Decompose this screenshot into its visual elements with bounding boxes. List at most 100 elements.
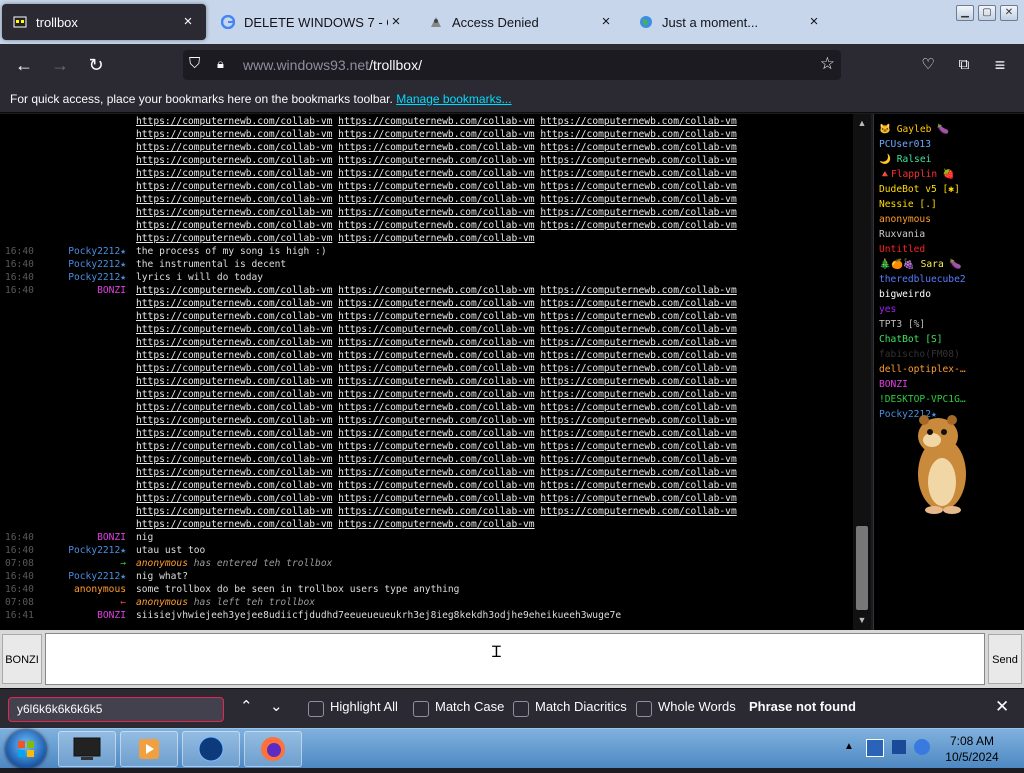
message-link[interactable]: https://computernewb.com/collab-vm — [540, 129, 736, 140]
highlight-all-label[interactable]: Highlight All — [330, 699, 398, 714]
message-link[interactable]: https://computernewb.com/collab-vm — [540, 194, 736, 205]
message-link[interactable]: https://computernewb.com/collab-vm — [540, 324, 736, 335]
message-link[interactable]: https://computernewb.com/collab-vm — [338, 129, 534, 140]
message-link[interactable]: https://computernewb.com/collab-vm — [136, 194, 332, 205]
message-link[interactable]: https://computernewb.com/collab-vm — [540, 467, 736, 478]
message-nick[interactable]: Pocky2212★ — [68, 544, 126, 557]
message-link[interactable]: https://computernewb.com/collab-vm — [338, 467, 534, 478]
highlight-all-checkbox[interactable] — [308, 701, 324, 717]
user-list-item[interactable]: 🎄🍊🍇 Sara 🍆 — [879, 257, 1019, 272]
match-diacritics-label[interactable]: Match Diacritics — [535, 699, 627, 714]
message-link[interactable]: https://computernewb.com/collab-vm — [338, 506, 534, 517]
message-nick[interactable]: ← — [120, 596, 126, 609]
taskbar-app-terminal[interactable] — [58, 731, 116, 767]
message-nick[interactable]: anonymous — [74, 583, 126, 596]
send-button[interactable]: Send — [988, 634, 1022, 684]
close-tab-icon[interactable]: × — [806, 14, 822, 30]
user-list-item[interactable]: anonymous — [879, 212, 1019, 227]
message-link[interactable]: https://computernewb.com/collab-vm — [540, 454, 736, 465]
taskbar-app-firefox[interactable] — [244, 731, 302, 767]
message-nick[interactable]: → — [120, 557, 126, 570]
scrollbar-thumb[interactable] — [856, 526, 868, 610]
message-link[interactable]: https://computernewb.com/collab-vm — [136, 181, 332, 192]
message-link[interactable]: https://computernewb.com/collab-vm — [136, 129, 332, 140]
message-nick[interactable]: BONZI — [97, 284, 126, 297]
message-link[interactable]: https://computernewb.com/collab-vm — [540, 363, 736, 374]
message-link[interactable]: https://computernewb.com/collab-vm — [136, 415, 332, 426]
message-link[interactable]: https://computernewb.com/collab-vm — [338, 441, 534, 452]
message-link[interactable]: https://computernewb.com/collab-vm — [338, 181, 534, 192]
message-nick[interactable]: BONZI — [97, 531, 126, 544]
user-list-item[interactable]: !DESKTOP-VPC1G… — [879, 392, 1019, 407]
message-link[interactable]: https://computernewb.com/collab-vm — [540, 337, 736, 348]
message-nick[interactable]: BONZI — [97, 609, 126, 622]
user-list-item[interactable]: bigweirdo — [879, 287, 1019, 302]
user-list-item[interactable]: PCUser013 — [879, 137, 1019, 152]
message-link[interactable]: https://computernewb.com/collab-vm — [136, 116, 332, 127]
close-window-button[interactable]: ✕ — [1000, 5, 1018, 21]
find-next-icon[interactable]: ⌄ — [270, 697, 283, 715]
message-link[interactable]: https://computernewb.com/collab-vm — [136, 337, 332, 348]
message-link[interactable]: https://computernewb.com/collab-vm — [136, 155, 332, 166]
message-link[interactable]: https://computernewb.com/collab-vm — [136, 519, 332, 530]
message-link[interactable]: https://computernewb.com/collab-vm — [338, 454, 534, 465]
pocket-icon[interactable]: ♡ — [916, 53, 940, 77]
message-link[interactable]: https://computernewb.com/collab-vm — [136, 324, 332, 335]
taskbar-app-media-player[interactable] — [120, 731, 178, 767]
message-input[interactable]: Ɪ — [45, 633, 985, 685]
message-link[interactable]: https://computernewb.com/collab-vm — [540, 389, 736, 400]
message-link[interactable]: https://computernewb.com/collab-vm — [338, 155, 534, 166]
message-link[interactable]: https://computernewb.com/collab-vm — [540, 116, 736, 127]
message-link[interactable]: https://computernewb.com/collab-vm — [338, 116, 534, 127]
message-link[interactable]: https://computernewb.com/collab-vm — [338, 480, 534, 491]
message-link[interactable]: https://computernewb.com/collab-vm — [136, 402, 332, 413]
tab-trollbox[interactable]: trollbox × — [2, 4, 206, 40]
message-link[interactable]: https://computernewb.com/collab-vm — [540, 350, 736, 361]
message-link[interactable]: https://computernewb.com/collab-vm — [136, 493, 332, 504]
find-input[interactable]: y6l6k6k6k6k6k5 — [8, 697, 224, 722]
message-link[interactable]: https://computernewb.com/collab-vm — [136, 220, 332, 231]
user-list-item[interactable]: Nessie [.] — [879, 197, 1019, 212]
message-nick[interactable]: Pocky2212★ — [68, 258, 126, 271]
message-link[interactable]: https://computernewb.com/collab-vm — [136, 285, 332, 296]
message-link[interactable]: https://computernewb.com/collab-vm — [540, 428, 736, 439]
message-link[interactable]: https://computernewb.com/collab-vm — [540, 298, 736, 309]
message-nick[interactable]: Pocky2212★ — [68, 245, 126, 258]
extensions-icon[interactable]: ⧉ — [952, 53, 976, 77]
manage-bookmarks-link[interactable]: Manage bookmarks... — [396, 92, 511, 106]
message-link[interactable]: https://computernewb.com/collab-vm — [540, 207, 736, 218]
user-list-item[interactable]: fabischo(FM08) — [879, 347, 1019, 362]
message-link[interactable]: https://computernewb.com/collab-vm — [540, 402, 736, 413]
message-link[interactable]: https://computernewb.com/collab-vm — [136, 454, 332, 465]
user-list-item[interactable]: 🌙 Ralsei — [879, 152, 1019, 167]
scroll-up-icon[interactable]: ▲ — [856, 117, 868, 129]
address-bar[interactable]: ⛉ 🔒︎ www.windows93.net/trollbox/ ☆ — [183, 50, 841, 80]
message-link[interactable]: https://computernewb.com/collab-vm — [540, 441, 736, 452]
message-link[interactable]: https://computernewb.com/collab-vm — [136, 389, 332, 400]
shield-icon[interactable]: ⛉ — [189, 55, 200, 72]
message-link[interactable]: https://computernewb.com/collab-vm — [540, 181, 736, 192]
lock-icon[interactable]: 🔒︎ — [217, 56, 224, 72]
tray-overflow-icon[interactable]: ▲ — [844, 741, 854, 752]
close-tab-icon[interactable]: × — [180, 14, 196, 30]
tab-just-a-moment[interactable]: Just a moment... × — [628, 4, 832, 40]
user-list-item[interactable]: yes — [879, 302, 1019, 317]
user-list-item[interactable]: theredbluecube2 — [879, 272, 1019, 287]
message-link[interactable]: https://computernewb.com/collab-vm — [338, 220, 534, 231]
message-link[interactable]: https://computernewb.com/collab-vm — [136, 441, 332, 452]
message-link[interactable]: https://computernewb.com/collab-vm — [338, 285, 534, 296]
start-button[interactable] — [6, 730, 46, 768]
message-link[interactable]: https://computernewb.com/collab-vm — [338, 415, 534, 426]
system-clock[interactable]: 7:08 AM 10/5/2024 — [942, 733, 1002, 765]
message-link[interactable]: https://computernewb.com/collab-vm — [338, 194, 534, 205]
nickname-button[interactable]: BONZI — [2, 634, 42, 684]
message-link[interactable]: https://computernewb.com/collab-vm — [338, 493, 534, 504]
message-link[interactable]: https://computernewb.com/collab-vm — [338, 311, 534, 322]
message-link[interactable]: https://computernewb.com/collab-vm — [136, 311, 332, 322]
user-list-item[interactable]: DudeBot v5 [✱] — [879, 182, 1019, 197]
user-list-item[interactable]: ChatBot [S] — [879, 332, 1019, 347]
message-link[interactable]: https://computernewb.com/collab-vm — [540, 311, 736, 322]
whole-words-label[interactable]: Whole Words — [658, 699, 736, 714]
message-link[interactable]: https://computernewb.com/collab-vm — [540, 220, 736, 231]
message-link[interactable]: https://computernewb.com/collab-vm — [540, 480, 736, 491]
